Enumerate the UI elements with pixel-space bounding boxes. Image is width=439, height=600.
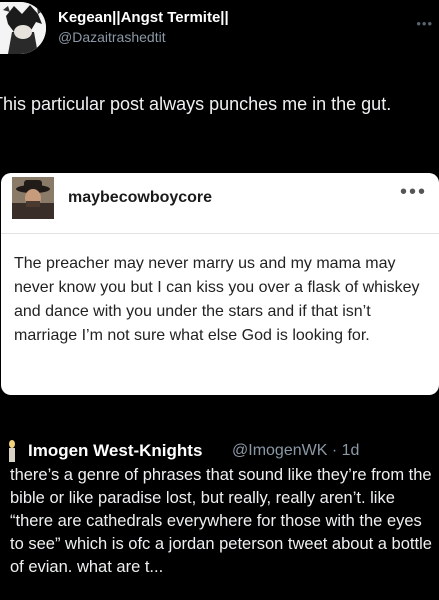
quoted-handle-time[interactable]: @ImogenWK · 1d [232, 442, 359, 460]
card-avatar[interactable] [12, 177, 54, 219]
post-text: This particular post always punches me i… [0, 94, 392, 114]
more-dots-icon[interactable]: ••• [416, 16, 433, 31]
quoted-reply-text: there’s a genre of phrases that sound li… [10, 466, 432, 576]
card-divider [1, 233, 439, 234]
quoted-reply[interactable]: Imogen West-Knights @ImogenWK · 1d there… [0, 405, 439, 600]
quote-avatar[interactable] [7, 440, 17, 462]
anime-avatar-icon [0, 2, 46, 54]
embedded-post-body: The preacher may never marry us and my m… [14, 255, 420, 344]
author-display-name[interactable]: Kegean||Angst Termite|| [58, 9, 229, 26]
quoted-author-name[interactable]: Imogen West-Knights [28, 441, 202, 461]
card-more-icon[interactable]: ••• [400, 181, 427, 204]
author-handle[interactable]: @Dazaitrashedtit [58, 29, 166, 45]
profile-avatar[interactable] [0, 2, 46, 54]
card-username[interactable]: maybecowboycore [68, 189, 212, 207]
post-header: Kegean||Angst Termite|| @Dazaitrashedtit… [0, 0, 439, 70]
candle-avatar-icon [9, 440, 15, 462]
cowboy-avatar-icon [12, 177, 54, 219]
embedded-post-card[interactable]: maybecowboycore ••• The preacher may nev… [1, 173, 439, 395]
